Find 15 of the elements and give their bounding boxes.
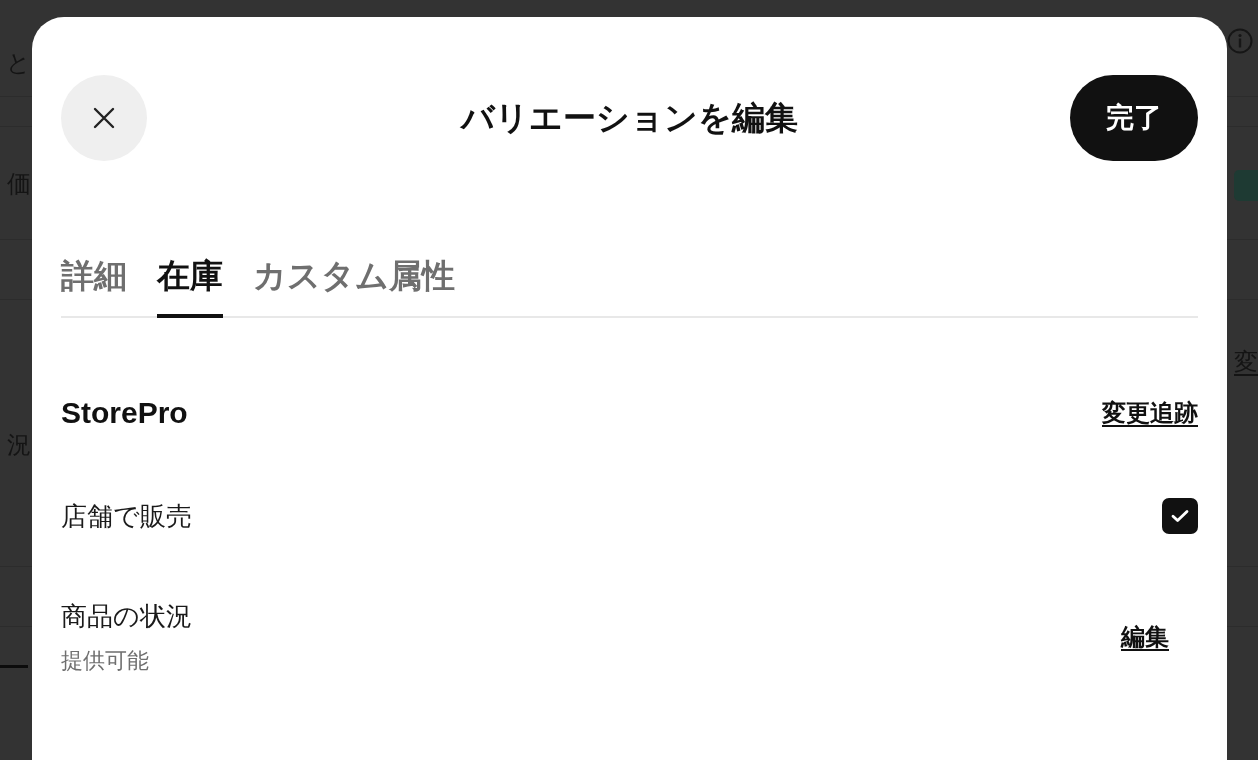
done-button[interactable]: 完了 bbox=[1070, 75, 1198, 161]
tab[interactable]: カスタム属性 bbox=[253, 254, 455, 318]
tab[interactable]: 詳細 bbox=[61, 254, 127, 318]
dialog-title: バリエーションを編集 bbox=[461, 98, 798, 138]
edit-link[interactable]: 編集 bbox=[1121, 622, 1169, 652]
close-icon bbox=[93, 107, 115, 129]
check-icon bbox=[1171, 509, 1189, 523]
tab[interactable]: 在庫 bbox=[157, 254, 223, 318]
checkbox[interactable] bbox=[1162, 498, 1198, 534]
section-title: StorePro bbox=[61, 395, 188, 431]
setting-label: 商品の状況 bbox=[61, 600, 192, 633]
status-text: 提供可能 bbox=[61, 647, 149, 675]
track-changes-link[interactable]: 変更追跡 bbox=[1102, 398, 1198, 428]
setting-label: 店舗で販売 bbox=[61, 500, 192, 533]
info-icon bbox=[1227, 28, 1253, 54]
